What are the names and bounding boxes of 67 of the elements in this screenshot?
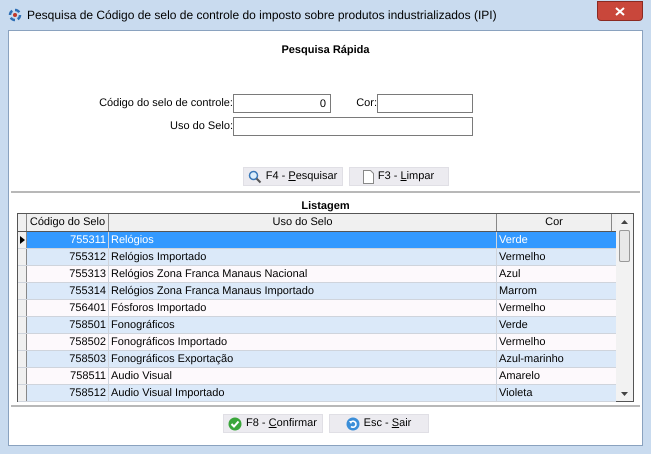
table-cell-text: Violeta [498, 386, 534, 401]
clear-button[interactable]: F3 - Limpar [348, 167, 448, 186]
blank-page-icon [362, 170, 374, 184]
table-cell-text: Vermelho [498, 301, 546, 316]
search-icon [248, 170, 262, 184]
confirm-button[interactable]: F8 - Confirmar [222, 414, 322, 433]
table-cell: Relógios [109, 232, 497, 248]
table-cell: 755312 [27, 249, 109, 265]
table-cell: Fósforos Importado [109, 300, 497, 316]
table-cell-text: Marrom [498, 284, 538, 299]
input-field[interactable]: 0 [233, 94, 331, 113]
scroll-thumb[interactable] [619, 230, 630, 262]
table-row[interactable]: 758511 Audio Visual Amarelo [18, 368, 616, 385]
input-field[interactable] [377, 94, 473, 113]
column-header[interactable]: Cor [497, 214, 612, 231]
table-row[interactable]: 758501 Fonográficos Verde [18, 317, 616, 334]
scrollbar[interactable] [616, 214, 633, 401]
table-cell: Audio Visual Importado [109, 385, 497, 401]
table-cell: Fonográficos Exportação [109, 351, 497, 367]
table-cell: 756401 [27, 300, 109, 316]
table-cell: 758512 [27, 385, 109, 401]
table-cell-text: Vermelho [498, 335, 546, 350]
section-title: Pesquisa Rápida [280, 43, 371, 56]
table-cell: Relógios Zona Franca Manaus Nacional [109, 266, 497, 282]
close-icon [615, 6, 625, 16]
table-cell-text: Vermelho [498, 250, 546, 265]
field-label: Uso do Selo: [169, 119, 233, 134]
scroll-down-icon[interactable] [621, 392, 628, 396]
search-button[interactable]: F4 - Pesquisar [242, 167, 342, 186]
table-cell: 758502 [27, 334, 109, 350]
table-cell: 758503 [27, 351, 109, 367]
table-cell: Relógios Zona Franca Manaus Importado [109, 283, 497, 299]
table-cell: 755311 [27, 232, 109, 248]
table-cell-text: Azul-marinho [498, 352, 565, 367]
table-cell: 758511 [27, 368, 109, 384]
scroll-up-icon[interactable] [621, 220, 628, 224]
table-cell: 755313 [27, 266, 109, 282]
table-cell-text: Verde [498, 318, 529, 333]
table-cell: 755314 [27, 283, 109, 299]
table-cell: Fonográficos [109, 317, 497, 333]
table-cell: Audio Visual [109, 368, 497, 384]
table-row[interactable]: 755312 Relógios Importado Vermelho [18, 249, 616, 266]
app-icon [8, 8, 22, 22]
close-button[interactable] [597, 1, 643, 21]
field-label: Código do selo de controle: [98, 96, 233, 112]
table-cell-text: Amarelo [498, 369, 541, 384]
table-cell-text: Verde [498, 233, 529, 248]
column-header[interactable]: Uso do Selo [109, 214, 497, 231]
table-cell-text: Azul [498, 267, 522, 282]
table-row[interactable]: 756401 Fósforos Importado Vermelho [18, 300, 616, 317]
table-row[interactable]: 758502 Fonográficos Importado Vermelho [18, 334, 616, 351]
window-title: Pesquisa de Código de selo de controle do imposto sobre produtos industrializados (IPI) [27, 7, 497, 24]
table-cell: 758501 [27, 317, 109, 333]
table-cell: Fonográficos Importado [109, 334, 497, 350]
field-label: Cor: [355, 96, 377, 112]
section-title: Listagem [300, 199, 351, 211]
table-row[interactable]: 758512 Audio Visual Importado Violeta [18, 385, 616, 402]
row-pointer-icon [20, 236, 24, 244]
table-row[interactable]: 755314 Relógios Zona Franca Manaus Importado Marrom [18, 283, 616, 300]
input-field[interactable] [233, 117, 473, 136]
row-header[interactable] [18, 232, 27, 248]
check-icon [228, 416, 242, 430]
exit-button[interactable]: Esc - Sair [328, 414, 428, 433]
table-cell: Relógios Importado [109, 249, 497, 265]
table-row[interactable]: 758503 Fonográficos Exportação Azul-marinho [18, 351, 616, 368]
column-header[interactable]: Código do Selo [27, 214, 109, 231]
table-row[interactable]: 755313 Relógios Zona Franca Manaus Nacional Azul [18, 266, 616, 283]
